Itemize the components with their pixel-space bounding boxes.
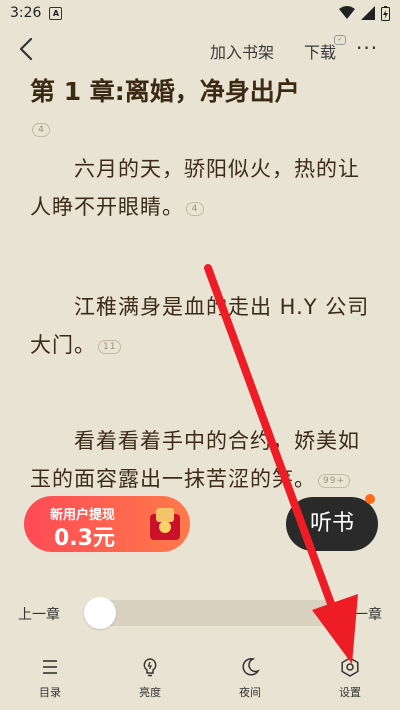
new-user-promo-banner[interactable]: 新用户提现 0.3元 (24, 496, 190, 552)
download-button[interactable]: 下载 (304, 39, 336, 63)
paragraph-2: 江稚满身是血的走出 H.Y 公司大门。 11 (30, 288, 375, 364)
download-badge: ✓ (334, 35, 346, 45)
status-left: 3:26 A (10, 5, 63, 21)
catalog-label: 目录 (39, 686, 61, 699)
status-time: 3:26 (10, 5, 42, 21)
prev-chapter-button[interactable]: 上一章 (18, 604, 60, 624)
next-chapter-button[interactable]: 下一章 (340, 604, 382, 624)
night-mode-label: 夜间 (239, 686, 261, 699)
settings-button[interactable]: 设置 (300, 650, 400, 710)
progress-slider-thumb[interactable] (84, 597, 116, 629)
night-mode-button[interactable]: 夜间 (200, 650, 300, 710)
notification-dot (365, 494, 375, 504)
title-comment-bubble[interactable]: 4 (32, 123, 50, 137)
notification-icon: A (49, 6, 63, 20)
brightness-label: 亮度 (139, 686, 161, 699)
add-to-shelf-button[interactable]: 加入书架 (210, 39, 274, 63)
paragraph-text: 江稚满身是血的走出 H.Y 公司大门。 (30, 295, 370, 357)
paragraph-comment-bubble[interactable]: 4 (186, 202, 204, 216)
paragraph-3: 看着看着手中的合约，娇美如玉的面容露出一抹苦涩的笑。 99+ (30, 422, 375, 498)
moon-icon (242, 658, 260, 676)
brightness-icon (143, 658, 157, 677)
chapter-progress-slider[interactable] (86, 600, 336, 626)
status-right (339, 5, 390, 21)
paragraph-comment-bubble[interactable]: 11 (98, 340, 122, 354)
wifi-icon (339, 6, 355, 19)
reader-bottom-bar: 目录 亮度 夜间 设置 (0, 650, 400, 710)
more-menu-button[interactable]: ··· (356, 36, 378, 60)
settings-label: 设置 (339, 686, 361, 699)
list-icon (43, 660, 57, 674)
settings-icon (341, 657, 359, 677)
paragraph-1: 六月的天，骄阳似火，热的让人睁不开眼睛。 4 (30, 150, 375, 226)
paragraph-comment-bubble[interactable]: 99+ (318, 474, 350, 488)
reader-top-bar: 加入书架 下载 ✓ ··· (0, 30, 400, 70)
status-bar: 3:26 A (0, 0, 400, 26)
red-envelope-icon (150, 508, 180, 540)
catalog-button[interactable]: 目录 (0, 650, 100, 710)
back-arrow-icon[interactable] (14, 36, 40, 62)
signal-icon (361, 6, 375, 20)
brightness-button[interactable]: 亮度 (100, 650, 200, 710)
paragraph-text: 看着看着手中的合约，娇美如玉的面容露出一抹苦涩的笑。 (30, 429, 360, 491)
listen-book-button[interactable]: 听书 (286, 497, 378, 551)
chapter-title: 第 1 章:离婚，净身出户 (30, 77, 300, 106)
chapter-progress-row: 上一章 下一章 (0, 596, 400, 630)
battery-icon (381, 5, 390, 21)
promo-amount: 0.3元 (54, 526, 115, 551)
